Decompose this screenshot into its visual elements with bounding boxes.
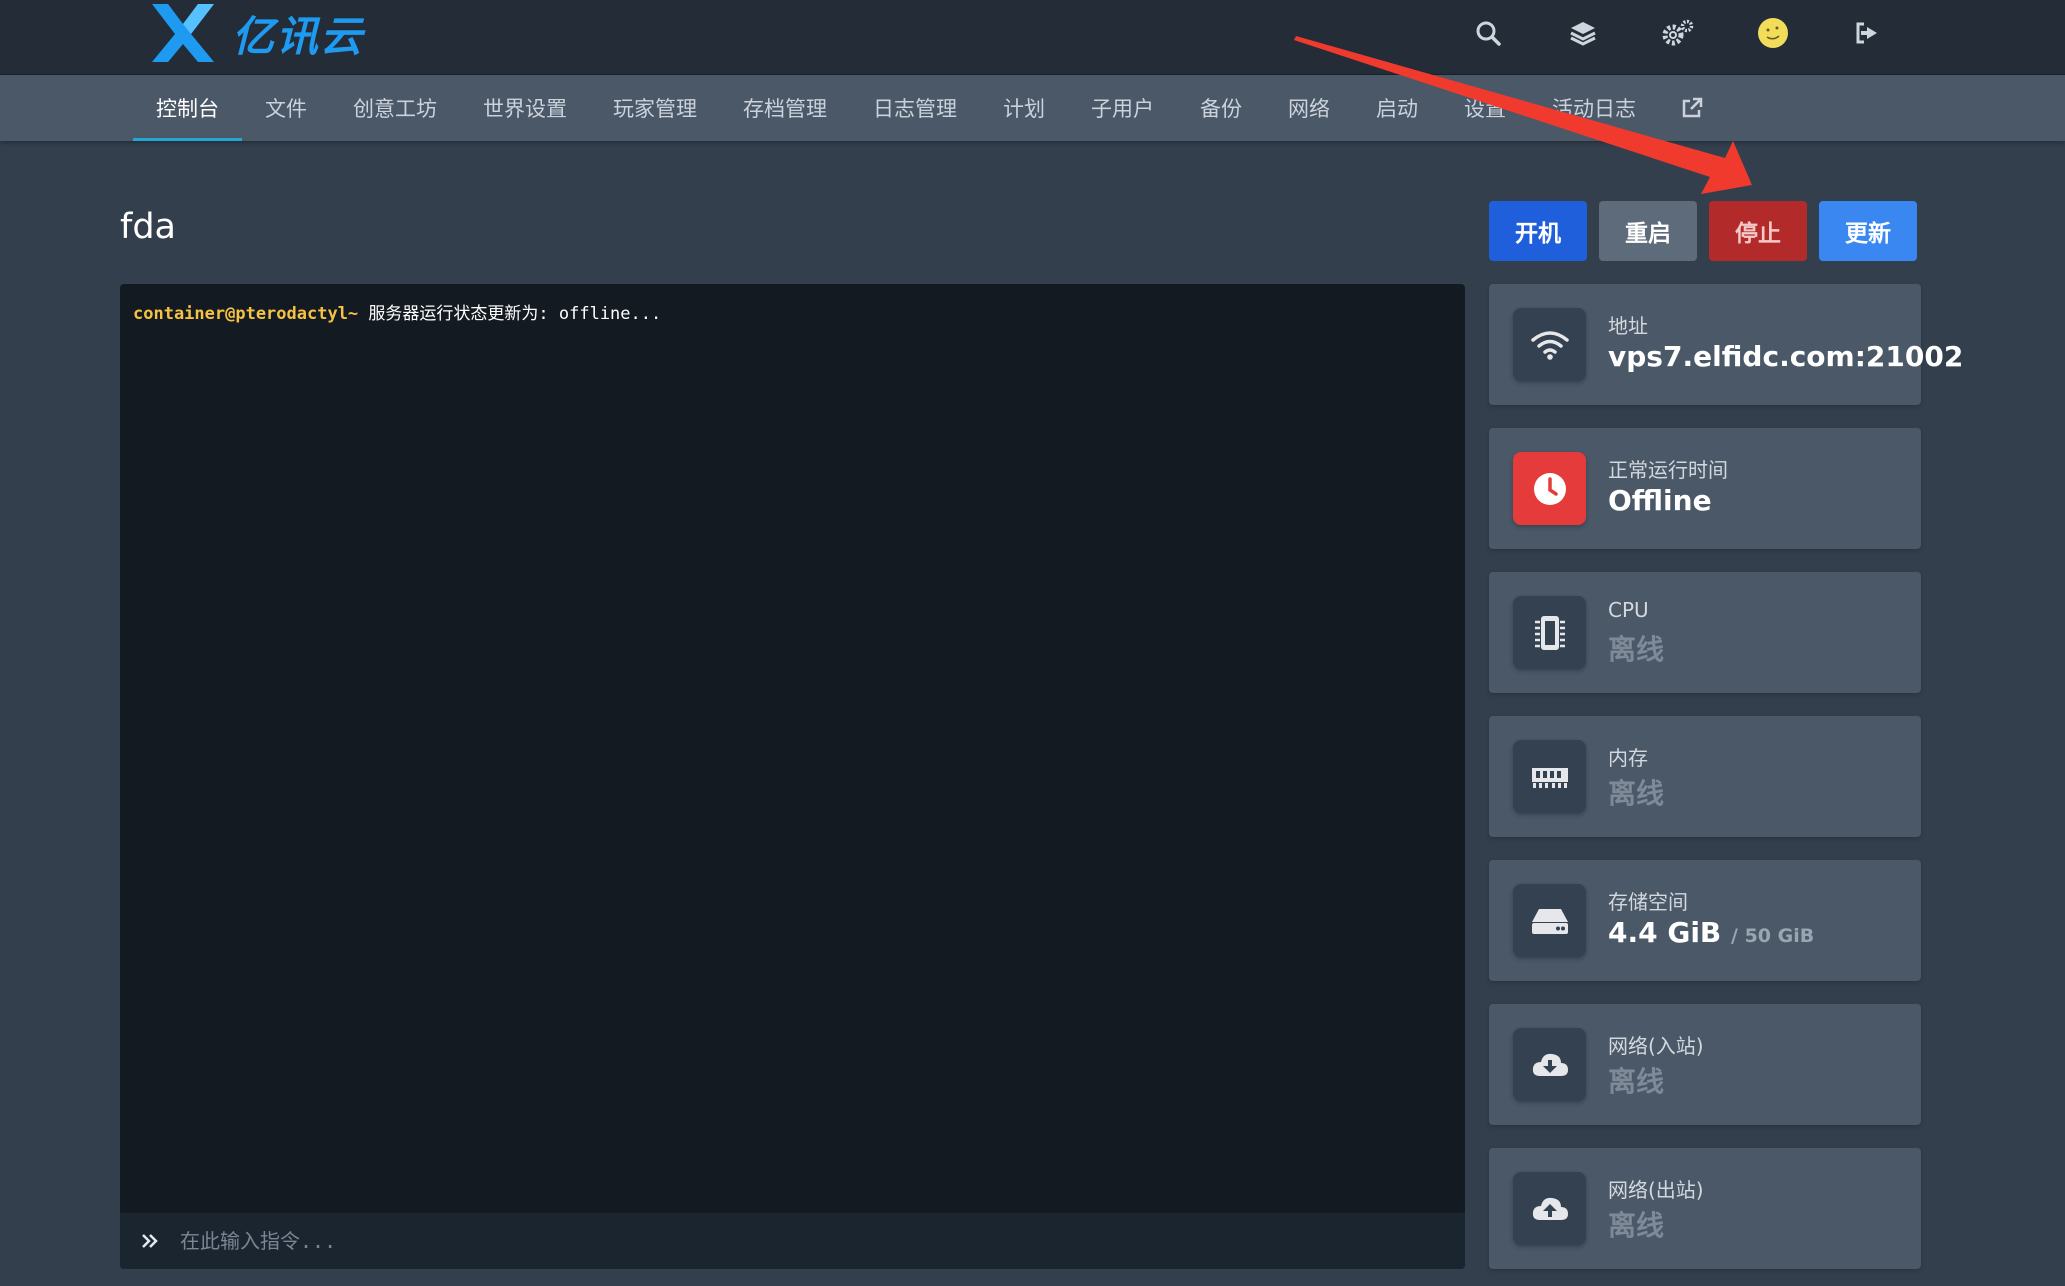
- stat-label: 正常运行时间: [1608, 458, 1728, 482]
- tab-save-management[interactable]: 存档管理: [720, 75, 850, 141]
- cpu-value: 离线: [1608, 633, 1665, 666]
- external-link-icon[interactable]: [1659, 75, 1725, 141]
- server-address[interactable]: vps7.elfidc.com:21002: [1608, 340, 1963, 373]
- memory-value: 离线: [1608, 777, 1665, 810]
- layers-icon[interactable]: [1535, 0, 1630, 66]
- update-button[interactable]: 更新: [1819, 201, 1917, 261]
- top-bar: 亿讯云: [0, 0, 2065, 75]
- search-icon[interactable]: [1440, 0, 1535, 66]
- tab-world-settings[interactable]: 世界设置: [460, 75, 590, 141]
- wifi-icon: [1513, 308, 1586, 381]
- cogs-icon[interactable]: [1630, 0, 1725, 66]
- server-nav: 控制台 文件 创意工坊 世界设置 玩家管理 存档管理 日志管理 计划 子用户 备…: [0, 75, 2065, 141]
- hdd-icon: [1513, 884, 1586, 957]
- console-command-input[interactable]: [180, 1213, 1465, 1269]
- tab-schedules[interactable]: 计划: [980, 75, 1068, 141]
- stat-label: 内存: [1608, 746, 1648, 770]
- network-in-value: 离线: [1608, 1065, 1665, 1098]
- page-title: fda: [120, 207, 176, 247]
- console-message: 服务器运行状态更新为: offline...: [358, 304, 662, 324]
- storage-used: 4.4 GiB: [1608, 916, 1722, 949]
- tab-subusers[interactable]: 子用户: [1068, 75, 1177, 141]
- stat-card-address: 地址 vps7.elfidc.com:21002: [1489, 284, 1963, 405]
- tab-startup[interactable]: 启动: [1353, 75, 1441, 141]
- console-terminal[interactable]: container@pterodactyl~ 服务器运行状态更新为: offli…: [120, 284, 1465, 1269]
- stat-label: 网络(出站): [1608, 1178, 1704, 1202]
- cloud-download-icon: [1513, 1028, 1586, 1101]
- power-actions: 开机 重启 停止 更新: [1489, 201, 1917, 261]
- memory-icon: [1513, 740, 1586, 813]
- tab-log-management[interactable]: 日志管理: [850, 75, 980, 141]
- logo-mark-icon: [152, 4, 214, 62]
- stat-card-uptime: 正常运行时间 Offline: [1489, 428, 1921, 549]
- console-prompt: container@pterodactyl~: [133, 304, 359, 324]
- tab-workshop[interactable]: 创意工坊: [330, 75, 460, 141]
- storage-limit: / 50 GiB: [1731, 925, 1815, 947]
- uptime-value: Offline: [1608, 484, 1712, 517]
- cloud-upload-icon: [1513, 1172, 1586, 1245]
- brand-logo[interactable]: 亿讯云: [150, 0, 364, 66]
- console-output-line: container@pterodactyl~ 服务器运行状态更新为: offli…: [133, 299, 661, 324]
- logout-icon[interactable]: [1820, 0, 1915, 66]
- network-out-value: 离线: [1608, 1209, 1665, 1242]
- tab-backups[interactable]: 备份: [1177, 75, 1265, 141]
- start-button[interactable]: 开机: [1489, 201, 1587, 261]
- stop-button[interactable]: 停止: [1709, 201, 1807, 261]
- stat-label: CPU: [1608, 598, 1649, 622]
- microchip-icon: [1513, 596, 1586, 669]
- tab-activity-log[interactable]: 活动日志: [1529, 75, 1659, 141]
- stat-card-network-in: 网络(入站) 离线: [1489, 1004, 1921, 1125]
- console-input-row: [120, 1213, 1465, 1269]
- avatar[interactable]: [1725, 0, 1820, 66]
- chevron-right-icon: [120, 1233, 180, 1249]
- stat-card-memory: 内存 离线: [1489, 716, 1921, 837]
- stat-card-network-out: 网络(出站) 离线: [1489, 1148, 1921, 1269]
- storage-value: 4.4 GiB / 50 GiB: [1608, 916, 1814, 949]
- restart-button[interactable]: 重启: [1599, 201, 1697, 261]
- tab-settings[interactable]: 设置: [1441, 75, 1529, 141]
- stat-label: 网络(入站): [1608, 1034, 1704, 1058]
- clock-icon: [1513, 452, 1586, 525]
- stat-card-storage: 存储空间 4.4 GiB / 50 GiB: [1489, 860, 1921, 981]
- stat-label: 存储空间: [1608, 890, 1688, 914]
- stat-label: 地址: [1608, 314, 1648, 338]
- tab-player-management[interactable]: 玩家管理: [590, 75, 720, 141]
- stat-card-cpu: CPU 离线: [1489, 572, 1921, 693]
- tab-files[interactable]: 文件: [242, 75, 330, 141]
- brand-name: 亿讯云: [232, 11, 365, 61]
- tab-console[interactable]: 控制台: [133, 75, 242, 141]
- tab-network[interactable]: 网络: [1265, 75, 1353, 141]
